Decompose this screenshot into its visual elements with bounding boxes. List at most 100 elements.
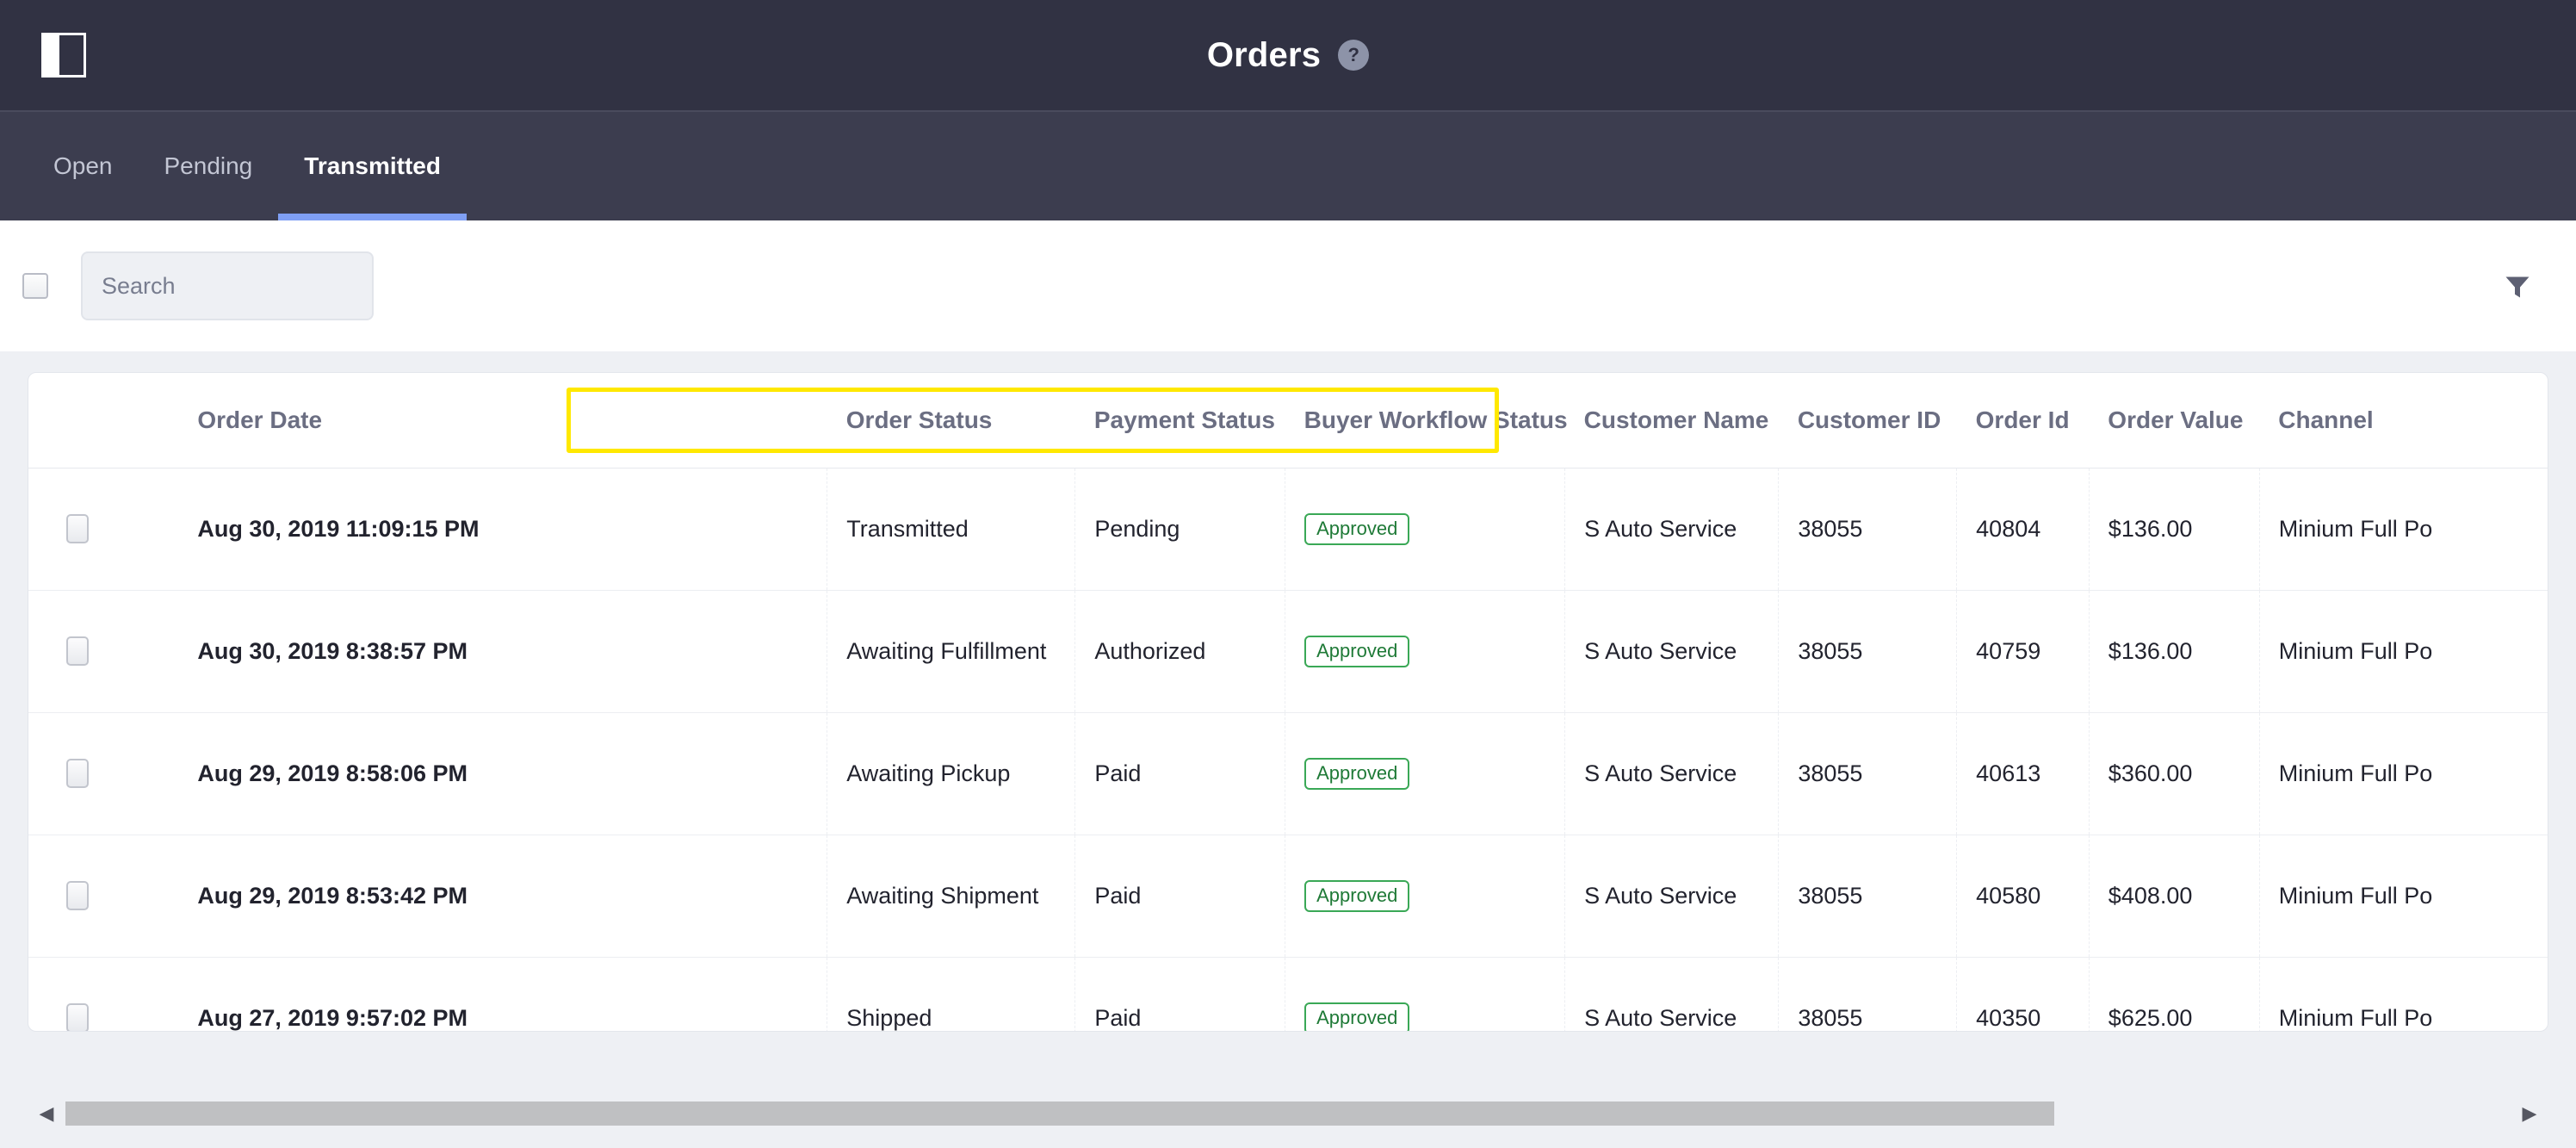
status-badge: Approved bbox=[1304, 512, 1410, 545]
header-payment-status[interactable]: Payment Status bbox=[1074, 373, 1285, 469]
cell-customer-name: S Auto Service bbox=[1564, 957, 1780, 1031]
cell-order-date: Aug 27, 2019 9:57:02 PM bbox=[178, 957, 828, 1031]
table-row[interactable]: Aug 30, 2019 11:09:15 PM Transmitted Pen… bbox=[28, 468, 2548, 591]
tab-open[interactable]: Open bbox=[28, 112, 139, 220]
row-checkbox[interactable] bbox=[66, 514, 89, 543]
row-checkbox-cell bbox=[28, 590, 179, 713]
scroll-right-arrow-icon[interactable]: ▶ bbox=[2511, 1098, 2548, 1129]
status-badge: Approved bbox=[1304, 879, 1410, 912]
status-badge: Approved bbox=[1304, 757, 1410, 790]
help-icon[interactable]: ? bbox=[1338, 40, 1370, 71]
tab-pending[interactable]: Pending bbox=[139, 112, 279, 220]
cell-buyer-workflow-status: Approved bbox=[1285, 590, 1566, 713]
tab-transmitted[interactable]: Transmitted bbox=[278, 112, 467, 220]
cell-order-id: 40759 bbox=[1956, 590, 2090, 713]
cell-channel: Minium Full Po bbox=[2259, 468, 2548, 591]
horizontal-scrollbar[interactable]: ◀ ▶ bbox=[28, 1098, 2548, 1129]
cell-customer-id: 38055 bbox=[1778, 590, 1958, 713]
tab-bar: Open Pending Transmitted bbox=[0, 110, 2576, 220]
cell-order-id: 40613 bbox=[1956, 712, 2090, 835]
table-area: Order Date Order Status Payment Status B… bbox=[0, 351, 2576, 1148]
cell-order-date: Aug 30, 2019 11:09:15 PM bbox=[178, 468, 828, 591]
orders-table-card: Order Date Order Status Payment Status B… bbox=[28, 372, 2548, 1032]
table-row[interactable]: Aug 27, 2019 9:57:02 PM Shipped Paid App… bbox=[28, 957, 2548, 1031]
select-all-checkbox[interactable] bbox=[22, 273, 48, 299]
header-order-id[interactable]: Order Id bbox=[1956, 373, 2090, 469]
filter-button[interactable] bbox=[2493, 262, 2542, 310]
status-badge: Approved bbox=[1304, 1002, 1410, 1031]
cell-order-id: 40350 bbox=[1956, 957, 2090, 1031]
cell-payment-status: Pending bbox=[1074, 468, 1286, 591]
cell-order-value: $625.00 bbox=[2089, 957, 2260, 1031]
table-row[interactable]: Aug 29, 2019 8:53:42 PM Awaiting Shipmen… bbox=[28, 835, 2548, 958]
header-title-group: Orders ? bbox=[0, 0, 2576, 110]
cell-customer-id: 38055 bbox=[1778, 468, 1958, 591]
cell-order-value: $360.00 bbox=[2089, 712, 2260, 835]
header-order-value[interactable]: Order Value bbox=[2089, 373, 2260, 469]
cell-order-status: Awaiting Shipment bbox=[827, 835, 1076, 958]
row-checkbox-cell bbox=[28, 835, 179, 958]
header-buyer-workflow-status[interactable]: Buyer Workflow Status bbox=[1285, 373, 1568, 469]
toolbar bbox=[0, 220, 2576, 351]
page-title: Orders bbox=[1206, 35, 1322, 74]
orders-table: Order Date Order Status Payment Status B… bbox=[28, 373, 2548, 1031]
status-badge: Approved bbox=[1304, 635, 1410, 667]
row-checkbox-cell bbox=[28, 468, 179, 591]
row-checkbox[interactable] bbox=[66, 881, 89, 910]
table-row[interactable]: Aug 29, 2019 8:58:06 PM Awaiting Pickup … bbox=[28, 712, 2548, 835]
row-checkbox-cell bbox=[28, 957, 178, 1031]
cell-payment-status: Authorized bbox=[1074, 590, 1286, 713]
header-channel[interactable]: Channel bbox=[2259, 373, 2548, 469]
header-checkbox-cell bbox=[28, 373, 179, 469]
cell-order-status: Shipped bbox=[827, 957, 1076, 1031]
cell-order-value: $136.00 bbox=[2089, 590, 2260, 713]
cell-order-date: Aug 29, 2019 8:58:06 PM bbox=[178, 712, 828, 835]
cell-order-value: $136.00 bbox=[2089, 468, 2260, 591]
row-checkbox-cell bbox=[28, 712, 179, 835]
cell-buyer-workflow-status: Approved bbox=[1285, 468, 1566, 591]
table-row[interactable]: Aug 30, 2019 8:38:57 PM Awaiting Fulfill… bbox=[28, 590, 2548, 713]
cell-buyer-workflow-status: Approved bbox=[1285, 957, 1566, 1031]
row-checkbox[interactable] bbox=[66, 1003, 89, 1031]
cell-payment-status: Paid bbox=[1074, 957, 1286, 1031]
cell-order-date: Aug 29, 2019 8:53:42 PM bbox=[178, 835, 828, 958]
header-order-date[interactable]: Order Date bbox=[178, 373, 827, 469]
header-order-status[interactable]: Order Status bbox=[827, 373, 1075, 469]
cell-order-status: Awaiting Fulfillment bbox=[827, 590, 1076, 713]
scroll-left-arrow-icon[interactable]: ◀ bbox=[28, 1098, 65, 1129]
scrollbar-track[interactable] bbox=[65, 1101, 2511, 1126]
cell-buyer-workflow-status: Approved bbox=[1285, 835, 1566, 958]
row-checkbox[interactable] bbox=[66, 759, 89, 788]
sidebar-toggle-button[interactable] bbox=[41, 33, 86, 78]
cell-order-date: Aug 30, 2019 8:38:57 PM bbox=[178, 590, 828, 713]
cell-customer-name: S Auto Service bbox=[1564, 712, 1780, 835]
table-header: Order Date Order Status Payment Status B… bbox=[28, 373, 2548, 469]
header-customer-name[interactable]: Customer Name bbox=[1564, 373, 1779, 469]
cell-channel: Minium Full Po bbox=[2259, 835, 2548, 958]
search-field[interactable] bbox=[81, 251, 374, 320]
cell-customer-id: 38055 bbox=[1778, 712, 1958, 835]
cell-channel: Minium Full Po bbox=[2259, 590, 2548, 713]
cell-channel: Minium Full Po bbox=[2278, 1004, 2433, 1031]
filter-icon bbox=[2505, 276, 2530, 298]
cell-order-value: $408.00 bbox=[2089, 835, 2260, 958]
header-customer-id[interactable]: Customer ID bbox=[1778, 373, 1957, 469]
scrollbar-thumb[interactable] bbox=[65, 1101, 2054, 1126]
cell-payment-status: Paid bbox=[1074, 835, 1286, 958]
table-header-row: Order Date Order Status Payment Status B… bbox=[28, 373, 2548, 469]
cell-order-id: 40804 bbox=[1956, 468, 2090, 591]
cell-order-status: Awaiting Pickup bbox=[827, 712, 1076, 835]
cell-order-status: Transmitted bbox=[827, 468, 1076, 591]
sidebar-panel-icon bbox=[41, 33, 86, 78]
cell-channel: Minium Full Po bbox=[2259, 712, 2548, 835]
cell-customer-name: S Auto Service bbox=[1564, 835, 1780, 958]
cell-order-id: 40580 bbox=[1956, 835, 2090, 958]
cell-customer-name: S Auto Service bbox=[1564, 468, 1780, 591]
search-input[interactable] bbox=[83, 253, 372, 319]
row-checkbox[interactable] bbox=[66, 636, 89, 666]
table-body: Aug 30, 2019 11:09:15 PM Transmitted Pen… bbox=[28, 468, 2548, 1031]
app-header: Orders ? bbox=[0, 0, 2576, 110]
cell-buyer-workflow-status: Approved bbox=[1285, 712, 1566, 835]
cell-customer-id: 38055 bbox=[1778, 835, 1958, 958]
cell-customer-name: S Auto Service bbox=[1564, 590, 1780, 713]
